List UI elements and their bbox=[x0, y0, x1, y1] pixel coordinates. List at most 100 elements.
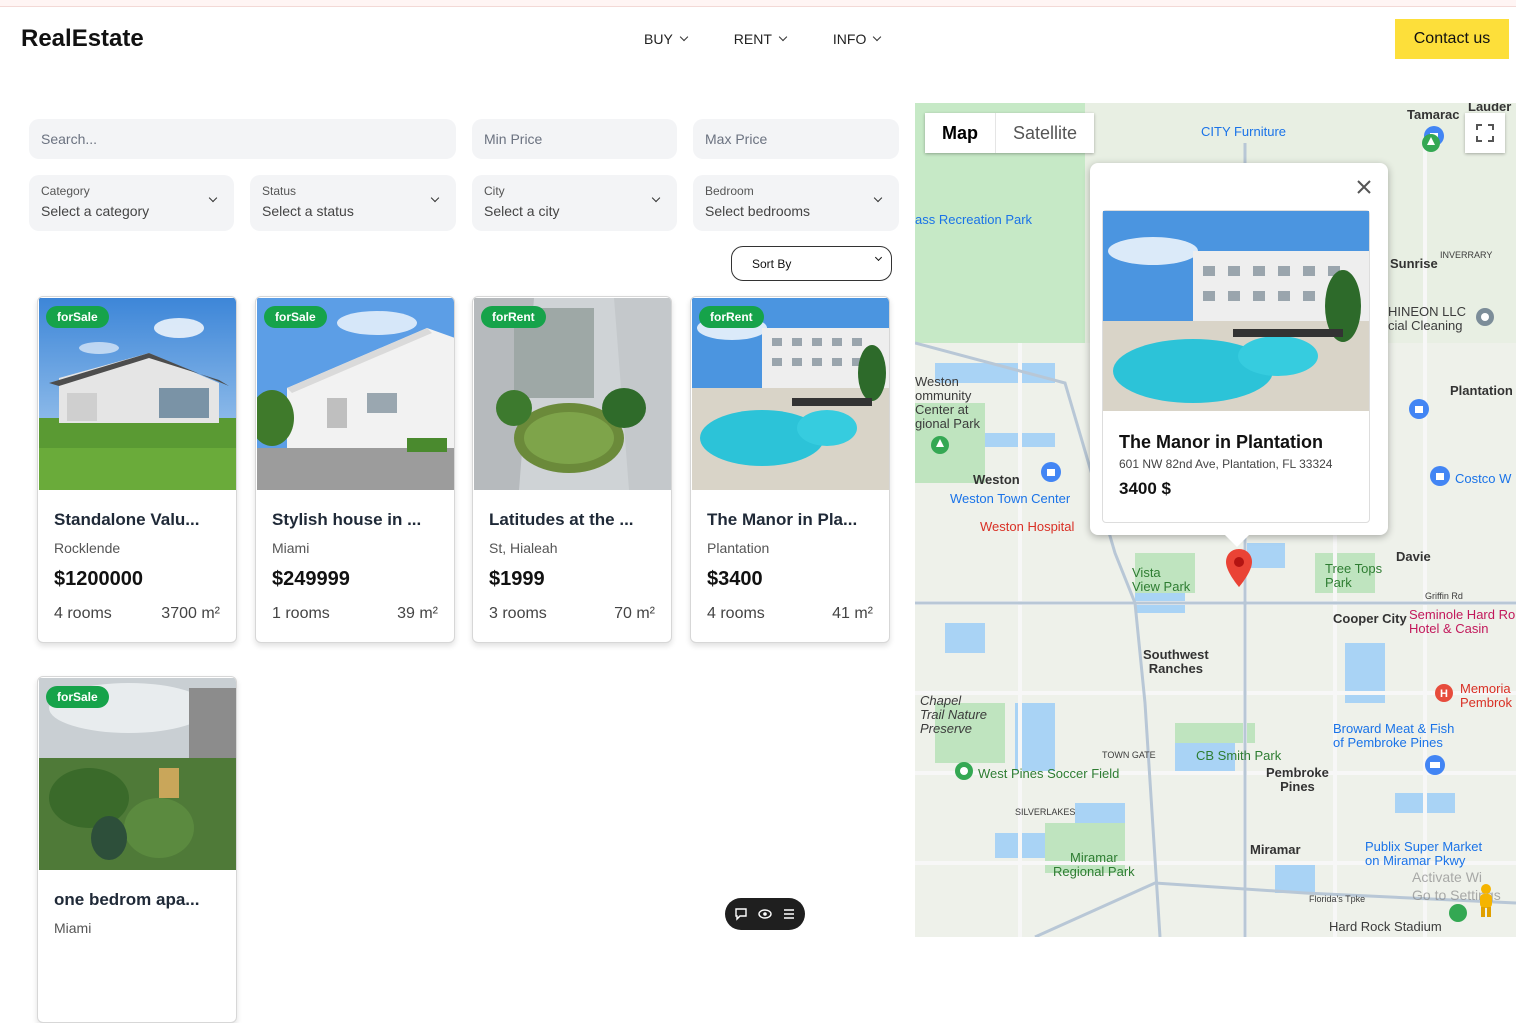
park-icon[interactable] bbox=[930, 435, 950, 455]
map-label-tamarac: Tamarac bbox=[1407, 107, 1460, 122]
cart-icon[interactable] bbox=[1424, 754, 1446, 776]
map-type-satellite[interactable]: Satellite bbox=[995, 113, 1094, 153]
sort-by-label: Sort By bbox=[752, 256, 792, 271]
info-window-card[interactable]: The Manor in Plantation 601 NW 82nd Ave,… bbox=[1102, 210, 1370, 523]
listing-title: The Manor in Pla... bbox=[707, 510, 858, 529]
listing-location: Miami bbox=[54, 920, 92, 936]
listing-card[interactable]: forSale Standalone Valu... Rocklende $12… bbox=[37, 296, 237, 643]
list-icon[interactable] bbox=[782, 907, 796, 921]
nav-rent-label: RENT bbox=[733, 31, 772, 47]
map-marker-icon[interactable] bbox=[1226, 549, 1252, 587]
chevron-down-icon bbox=[873, 32, 882, 42]
max-price-input[interactable] bbox=[693, 119, 899, 159]
listing-title: Standalone Valu... bbox=[54, 510, 200, 529]
map-label-miramar: Miramar bbox=[1250, 842, 1301, 857]
map-type-toggle: Map Satellite bbox=[925, 113, 1095, 153]
map-label-miramar-park: Miramar Regional Park bbox=[1053, 850, 1135, 879]
status-badge: forRent bbox=[481, 306, 546, 328]
listing-title: one bedrom apa... bbox=[54, 890, 200, 909]
chevron-down-icon bbox=[679, 32, 689, 42]
map-info-window: The Manor in Plantation 601 NW 82nd Ave,… bbox=[1090, 163, 1388, 547]
chat-icon[interactable] bbox=[734, 907, 748, 921]
map-label-publix: Publix Super Market on Miramar Pkwy bbox=[1365, 839, 1483, 868]
listing-price: $1999 bbox=[489, 568, 545, 590]
status-badge: forSale bbox=[46, 306, 109, 328]
map-label-weston-hospital: Weston Hospital bbox=[980, 519, 1075, 534]
listing-area: 3700 m² bbox=[161, 605, 220, 622]
search-input[interactable] bbox=[29, 119, 456, 159]
nav-info-label: INFO bbox=[832, 31, 867, 47]
map-label-sunrise: Sunrise bbox=[1390, 256, 1438, 271]
map-label-city-furniture: CITY Furniture bbox=[1201, 124, 1287, 139]
listing-price: $1200000 bbox=[54, 568, 143, 590]
min-price-input[interactable] bbox=[472, 119, 677, 159]
listing-rooms: 3 rooms bbox=[489, 605, 547, 622]
park-icon[interactable] bbox=[1448, 903, 1468, 923]
eye-icon[interactable] bbox=[758, 907, 772, 921]
bedroom-value: Select bedrooms bbox=[705, 203, 811, 219]
nav-buy[interactable]: BUY bbox=[644, 31, 689, 47]
map-label-inverrary: INVERRARY bbox=[1440, 250, 1493, 260]
map-label-davie: Davie bbox=[1396, 549, 1431, 564]
map-label-west-pines: West Pines Soccer Field bbox=[978, 766, 1120, 781]
category-label: Category bbox=[41, 184, 90, 198]
listing-title: Stylish house in ... bbox=[272, 510, 422, 529]
map-label-cleaning: cial Cleaning bbox=[1388, 318, 1463, 333]
bedroom-label: Bedroom bbox=[705, 184, 754, 198]
site-logo[interactable]: RealEstate bbox=[21, 25, 144, 53]
listing-location: Rocklende bbox=[54, 540, 121, 556]
map-poi-icon[interactable] bbox=[1475, 307, 1495, 327]
city-label: City bbox=[484, 184, 505, 198]
listing-area: 41 m² bbox=[832, 605, 873, 622]
listing-location: Miami bbox=[272, 540, 310, 556]
map-label-memorial: Memoria Pembrok bbox=[1460, 681, 1513, 710]
status-select[interactable]: Status Select a status bbox=[250, 175, 456, 231]
fullscreen-button[interactable] bbox=[1465, 113, 1505, 153]
map-label-cb-smith: CB Smith Park bbox=[1196, 748, 1282, 763]
map-label-vista: Vista View Park bbox=[1132, 565, 1191, 594]
map-poi-icon[interactable] bbox=[1408, 398, 1430, 420]
park-icon[interactable] bbox=[954, 761, 974, 781]
category-value: Select a category bbox=[41, 203, 150, 219]
map-label-floridas-tpke: Florida's Tpke bbox=[1309, 894, 1366, 904]
listing-card[interactable]: forSale Stylish house in ... Miami $2499… bbox=[255, 296, 455, 643]
map-label-shineon: HINEON LLC bbox=[1388, 304, 1467, 319]
listing-title: Latitudes at the ... bbox=[489, 510, 634, 529]
listing-price: $249999 bbox=[272, 568, 350, 590]
category-select[interactable]: Category Select a category bbox=[29, 175, 234, 231]
listing-location: St, Hialeah bbox=[489, 540, 558, 556]
map-label-griffin: Griffin Rd bbox=[1425, 591, 1463, 601]
status-label: Status bbox=[262, 184, 297, 198]
city-select[interactable]: City Select a city bbox=[472, 175, 677, 231]
listing-card[interactable]: forRent The Manor in Pla... Plantation $… bbox=[690, 296, 890, 643]
hospital-icon[interactable]: H bbox=[1434, 683, 1454, 703]
listing-card[interactable]: forSale one bedrom apa... Miami bbox=[37, 676, 237, 1023]
sort-by-select[interactable]: Sort By bbox=[731, 246, 892, 281]
listing-area: 39 m² bbox=[397, 605, 438, 622]
main-nav: BUY RENT INFO bbox=[644, 31, 882, 47]
fullscreen-icon bbox=[1476, 124, 1494, 142]
map-label-town-gate: TOWN GATE bbox=[1102, 750, 1156, 760]
contact-button[interactable]: Contact us bbox=[1395, 19, 1509, 59]
map-type-map[interactable]: Map bbox=[925, 113, 995, 153]
listing-card[interactable]: forRent Latitudes at the ... St, Hialeah… bbox=[472, 296, 672, 643]
listing-location: Plantation bbox=[707, 540, 770, 556]
status-badge: forRent bbox=[699, 306, 764, 328]
svg-text:H: H bbox=[1440, 688, 1448, 700]
map-poi-icon[interactable] bbox=[1040, 461, 1062, 483]
listing-rooms: 1 rooms bbox=[272, 605, 330, 622]
close-icon[interactable] bbox=[1354, 177, 1374, 197]
info-window-address: 601 NW 82nd Ave, Plantation, FL 33324 bbox=[1119, 457, 1333, 471]
pegman-icon[interactable] bbox=[1475, 883, 1497, 917]
nav-info[interactable]: INFO bbox=[832, 31, 882, 47]
map-poi-icon[interactable] bbox=[1429, 465, 1451, 487]
map-label-silverlakes: SILVERLAKES bbox=[1015, 807, 1076, 817]
map-view[interactable]: Tamarac Lauder CITY Furniture ass Recrea… bbox=[915, 103, 1516, 937]
bedroom-select[interactable]: Bedroom Select bedrooms bbox=[693, 175, 899, 231]
park-icon[interactable] bbox=[1421, 133, 1441, 153]
map-label-chapel-trail: Chapel Trail Nature Preserve bbox=[920, 693, 987, 736]
nav-rent[interactable]: RENT bbox=[733, 31, 788, 47]
map-label-tree-tops: Tree Tops Park bbox=[1325, 561, 1383, 590]
map-label-weston-town: Weston Town Center bbox=[950, 491, 1071, 506]
listing-area: 70 m² bbox=[614, 605, 655, 622]
